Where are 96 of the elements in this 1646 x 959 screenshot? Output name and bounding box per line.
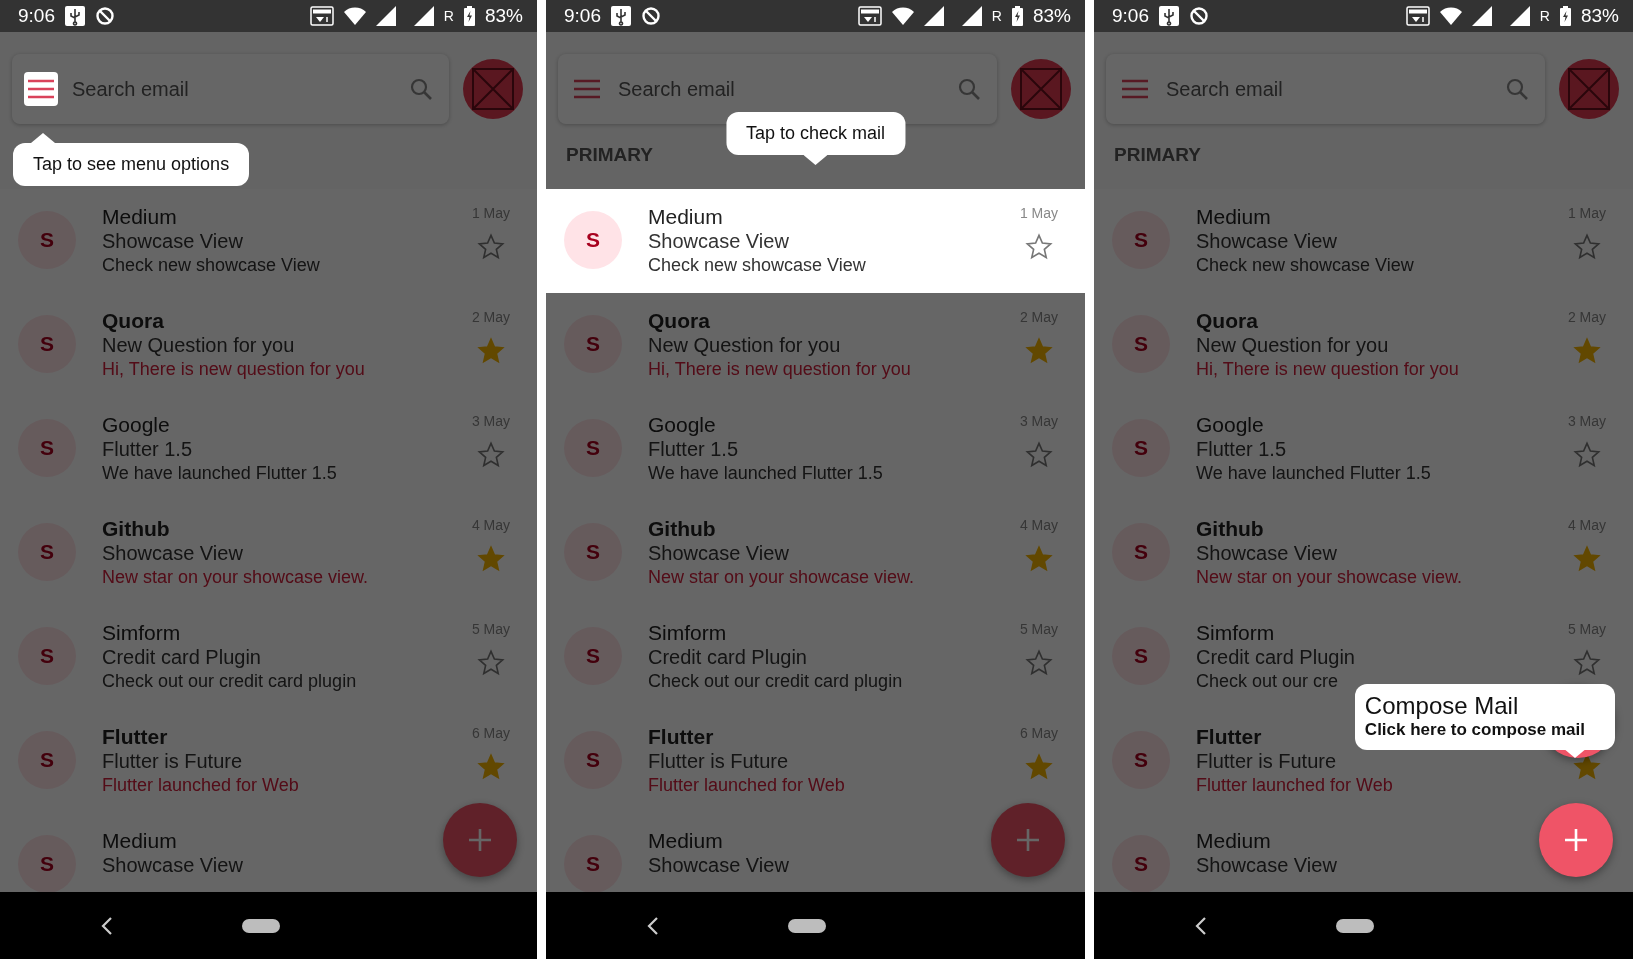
status-time: 9:06 (1112, 5, 1149, 27)
section-label: PRIMARY (1114, 144, 1201, 165)
sender-name: Medium (648, 205, 723, 229)
roaming-indicator: R (991, 8, 1002, 24)
email-subject: New Question for you (102, 333, 295, 357)
sender-avatar: S (18, 419, 76, 477)
email-preview: Flutter launched for Web (1196, 774, 1393, 797)
sender-avatar: S (564, 523, 622, 581)
sender-avatar: S (564, 731, 622, 789)
email-subject: New Question for you (1196, 333, 1389, 357)
section-label: PRIMARY (566, 144, 653, 165)
status-time: 9:06 (18, 5, 55, 27)
email-subject: Showcase View (102, 541, 243, 565)
sender-name: Medium (648, 829, 723, 853)
battery-percent: 83% (484, 5, 523, 27)
email-subject: Showcase View (648, 853, 789, 877)
email-preview: Hi, There is new question for you (102, 358, 365, 381)
sender-name: Quora (102, 309, 164, 333)
email-preview: Check out our credit card plugin (102, 670, 357, 693)
email-subject: Showcase View (1196, 541, 1337, 565)
email-subject: Showcase View (648, 541, 789, 565)
battery-percent: 83% (1580, 5, 1619, 27)
sender-name: Flutter (1196, 725, 1262, 749)
sender-avatar: S (18, 731, 76, 789)
sender-avatar: S (1112, 627, 1170, 685)
email-preview: Flutter launched for Web (102, 774, 299, 797)
sender-avatar: S (1112, 731, 1170, 789)
tooltip-text: Tap to see menu options (33, 154, 230, 175)
sender-avatar: S (1112, 315, 1170, 373)
sender-avatar: S (564, 211, 622, 269)
sender-name: Quora (1196, 309, 1258, 333)
sender-avatar: S (1112, 523, 1170, 581)
sender-avatar: S (564, 315, 622, 373)
email-subject: Flutter 1.5 (648, 437, 739, 461)
roaming-indicator: R (443, 8, 454, 24)
sender-avatar: S (1112, 419, 1170, 477)
sender-avatar: S (18, 523, 76, 581)
sender-name: Medium (1196, 205, 1271, 229)
email-preview: We have launched Flutter 1.5 (1196, 462, 1431, 485)
email-subject: Flutter is Future (1196, 749, 1337, 773)
email-preview: New star on your showcase view. (1196, 566, 1463, 589)
email-subject: Showcase View (648, 229, 789, 253)
sender-avatar: S (564, 835, 622, 892)
sender-avatar: S (18, 835, 76, 892)
sender-name: Google (102, 413, 170, 437)
tooltip-text: Tap to check mail (745, 123, 886, 144)
sender-avatar: S (1112, 835, 1170, 892)
sender-name: Quora (648, 309, 710, 333)
email-subject: Flutter is Future (648, 749, 789, 773)
sender-name: Medium (1196, 829, 1271, 853)
email-preview: Check new showcase View (1196, 254, 1414, 277)
sender-name: Github (102, 517, 170, 541)
email-subject: Showcase View (1196, 229, 1337, 253)
email-preview: Hi, There is new question for you (1196, 358, 1459, 381)
email-subject: Showcase View (102, 853, 243, 877)
email-subject: Flutter is Future (102, 749, 243, 773)
email-preview: New star on your showcase view. (648, 566, 915, 589)
sender-name: Google (1196, 413, 1264, 437)
sender-avatar: S (18, 211, 76, 269)
roaming-indicator: R (1539, 8, 1550, 24)
sender-name: Github (1196, 517, 1264, 541)
tooltip-text: Click here to compose mail (1364, 720, 1585, 740)
email-preview: We have launched Flutter 1.5 (648, 462, 883, 485)
email-preview: Hi, There is new question for you (648, 358, 911, 381)
email-subject: Flutter 1.5 (1196, 437, 1287, 461)
email-preview: Check out our credit card plugin (648, 670, 903, 693)
email-subject: Credit card Plugin (1196, 645, 1355, 669)
sender-avatar: S (18, 315, 76, 373)
email-preview: Check new showcase View (648, 254, 866, 277)
sender-avatar: S (18, 627, 76, 685)
email-preview: Check out our cre (1196, 670, 1339, 693)
sender-name: Simform (1196, 621, 1275, 645)
sender-name: Google (648, 413, 716, 437)
email-subject: Showcase View (1196, 853, 1337, 877)
email-preview: Check new showcase View (102, 254, 320, 277)
status-time: 9:06 (564, 5, 601, 27)
email-preview: We have launched Flutter 1.5 (102, 462, 337, 485)
sender-avatar: S (1112, 211, 1170, 269)
email-subject: Credit card Plugin (102, 645, 261, 669)
email-subject: Credit card Plugin (648, 645, 807, 669)
battery-percent: 83% (1032, 5, 1071, 27)
sender-name: Simform (648, 621, 727, 645)
email-subject: Flutter 1.5 (102, 437, 193, 461)
sender-avatar: S (564, 627, 622, 685)
email-preview: New star on your showcase view. (102, 566, 369, 589)
sender-name: Medium (102, 205, 177, 229)
email-subject: New Question for you (648, 333, 841, 357)
sender-name: Flutter (648, 725, 714, 749)
email-preview: Flutter launched for Web (648, 774, 845, 797)
sender-name: Simform (102, 621, 181, 645)
sender-name: Github (648, 517, 716, 541)
sender-name: Flutter (102, 725, 168, 749)
sender-avatar: S (564, 419, 622, 477)
email-date: 1 May (1019, 205, 1059, 221)
sender-name: Medium (102, 829, 177, 853)
email-subject: Showcase View (102, 229, 243, 253)
